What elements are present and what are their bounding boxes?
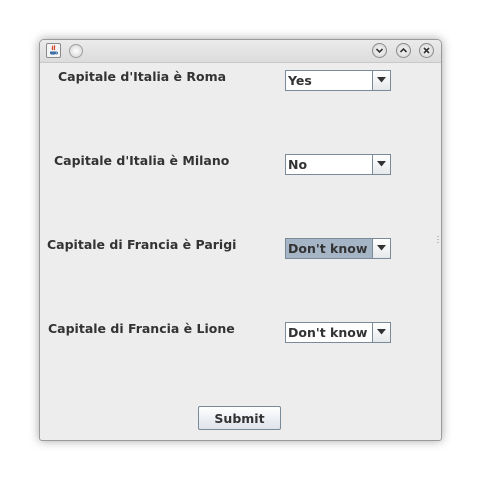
dropdown-arrow-button[interactable] [372, 71, 390, 90]
answer-combo-1[interactable]: Yes [285, 70, 391, 91]
answer-combo-value: Yes [288, 73, 312, 88]
answer-combo-value: Don't know [288, 241, 368, 256]
question-label-1: Capitale d'Italia è Roma [58, 69, 227, 84]
answer-combo-2[interactable]: No [285, 154, 391, 175]
triangle-down-icon [377, 329, 386, 335]
dropdown-arrow-button[interactable] [372, 155, 390, 174]
answer-combo-4[interactable]: Don't know [285, 322, 391, 343]
triangle-down-icon [377, 77, 386, 83]
resize-grip[interactable] [437, 236, 439, 244]
answer-combo-value: No [288, 157, 308, 172]
submit-button[interactable]: Submit [198, 406, 281, 430]
question-label-2: Capitale d'Italia è Milano [54, 153, 230, 168]
answer-combo-value: Don't know [288, 325, 368, 340]
dropdown-arrow-button[interactable] [372, 239, 390, 258]
answer-combo-3[interactable]: Don't know [285, 238, 391, 259]
close-icon[interactable] [419, 43, 434, 58]
chevron-down-icon[interactable] [372, 43, 387, 58]
java-icon[interactable] [46, 43, 61, 58]
triangle-down-icon [377, 245, 386, 251]
triangle-down-icon [377, 161, 386, 167]
application-window: Capitale d'Italia è Roma Yes Capitale d'… [39, 39, 442, 441]
question-label-3: Capitale di Francia è Parigi [47, 237, 237, 252]
window-menu-icon[interactable] [69, 44, 83, 58]
dropdown-arrow-button[interactable] [372, 323, 390, 342]
title-bar[interactable] [40, 40, 441, 63]
chevron-up-icon[interactable] [396, 43, 411, 58]
question-label-4: Capitale di Francia è Lione [48, 321, 235, 336]
